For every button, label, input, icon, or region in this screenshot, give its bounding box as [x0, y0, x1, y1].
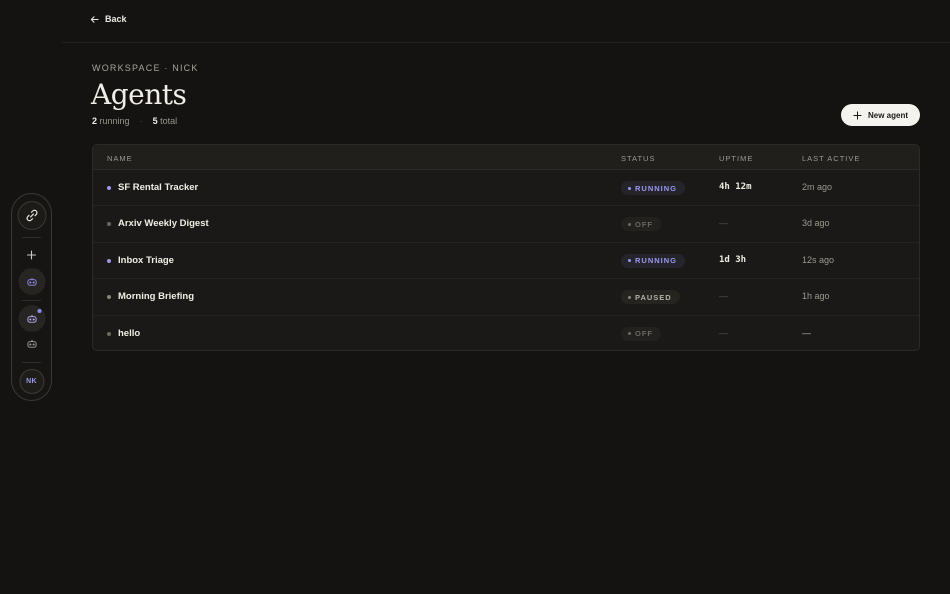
- new-agent-label: New agent: [867, 110, 908, 120]
- total-count: 5: [152, 116, 158, 126]
- agents-table: NAME STATUS UPTIME LAST ACTIVE SF Rental…: [92, 144, 920, 351]
- rail-divider: [22, 237, 41, 238]
- back-label: Back: [105, 14, 127, 24]
- agent-name[interactable]: SF Rental Tracker: [118, 182, 198, 193]
- breadcrumb: WORKSPACE · NICK: [92, 63, 199, 73]
- table-header: NAME STATUS UPTIME LAST ACTIVE: [93, 145, 919, 170]
- uptime-value: —: [719, 327, 728, 338]
- column-name[interactable]: NAME: [107, 154, 133, 163]
- rail-divider: [22, 300, 41, 301]
- total-label: total: [160, 116, 178, 126]
- table-row[interactable]: Inbox Triage RUNNING 1d 3h 12s ago: [93, 243, 919, 280]
- agent-name[interactable]: Inbox Triage: [118, 255, 174, 266]
- agent-name[interactable]: Morning Briefing: [118, 291, 194, 302]
- status-badge: RUNNING: [621, 181, 685, 195]
- rail-agent-3[interactable]: [18, 330, 45, 357]
- column-uptime[interactable]: UPTIME: [719, 154, 753, 163]
- table-row[interactable]: Arxiv Weekly Digest OFF — 3d ago: [93, 206, 919, 243]
- status-dot: [107, 186, 111, 190]
- rail-agent-2[interactable]: [18, 305, 45, 332]
- last-active-value: 2m ago: [802, 182, 833, 192]
- side-rail: NK: [11, 193, 52, 401]
- summary-separator: ·: [139, 116, 143, 126]
- running-label: running: [99, 116, 130, 126]
- agent-name[interactable]: hello: [118, 328, 140, 339]
- user-avatar[interactable]: NK: [19, 369, 44, 394]
- page-title: Agents: [91, 78, 187, 111]
- uptime-value: —: [719, 291, 728, 302]
- rail-agent-1[interactable]: [18, 268, 45, 295]
- table-row[interactable]: Morning Briefing PAUSED — 1h ago: [93, 279, 919, 316]
- notification-dot: [37, 309, 41, 313]
- table-row[interactable]: hello OFF — —: [93, 316, 919, 350]
- status-badge: OFF: [621, 217, 661, 232]
- uptime-value: 1d 3h: [719, 254, 747, 265]
- status-dot: [107, 295, 111, 300]
- add-agent-rail-button[interactable]: [18, 241, 45, 268]
- robot-icon: [26, 277, 37, 286]
- top-bar: Back: [62, 0, 950, 43]
- new-agent-button[interactable]: New agent: [841, 104, 920, 126]
- rail-divider: [22, 362, 41, 363]
- last-active-value: 3d ago: [802, 218, 830, 229]
- last-active-value: 1h ago: [802, 291, 830, 302]
- agent-summary: 2 running · 5 total: [92, 116, 177, 126]
- table-row[interactable]: SF Rental Tracker RUNNING 4h 12m 2m ago: [93, 170, 919, 207]
- status-badge: OFF: [621, 326, 661, 341]
- last-active-value: —: [802, 327, 811, 338]
- last-active-value: 12s ago: [802, 254, 835, 265]
- logo-button[interactable]: [17, 201, 46, 230]
- column-status[interactable]: STATUS: [621, 154, 655, 163]
- running-count: 2: [92, 116, 98, 126]
- robot-icon: [26, 339, 37, 348]
- plus-icon: [26, 249, 37, 260]
- link-icon: [26, 209, 37, 222]
- status-badge: RUNNING: [621, 253, 685, 268]
- agent-name[interactable]: Arxiv Weekly Digest: [118, 218, 209, 229]
- status-badge: PAUSED: [621, 290, 680, 305]
- back-button[interactable]: Back: [90, 14, 127, 24]
- uptime-value: 4h 12m: [719, 182, 752, 192]
- arrow-left-icon: [90, 15, 99, 23]
- status-dot: [107, 258, 111, 263]
- robot-icon: [26, 314, 37, 323]
- column-last-active[interactable]: LAST ACTIVE: [802, 154, 860, 163]
- uptime-value: —: [719, 218, 728, 229]
- plus-icon: [853, 110, 862, 120]
- status-dot: [107, 222, 111, 227]
- status-dot: [107, 331, 111, 336]
